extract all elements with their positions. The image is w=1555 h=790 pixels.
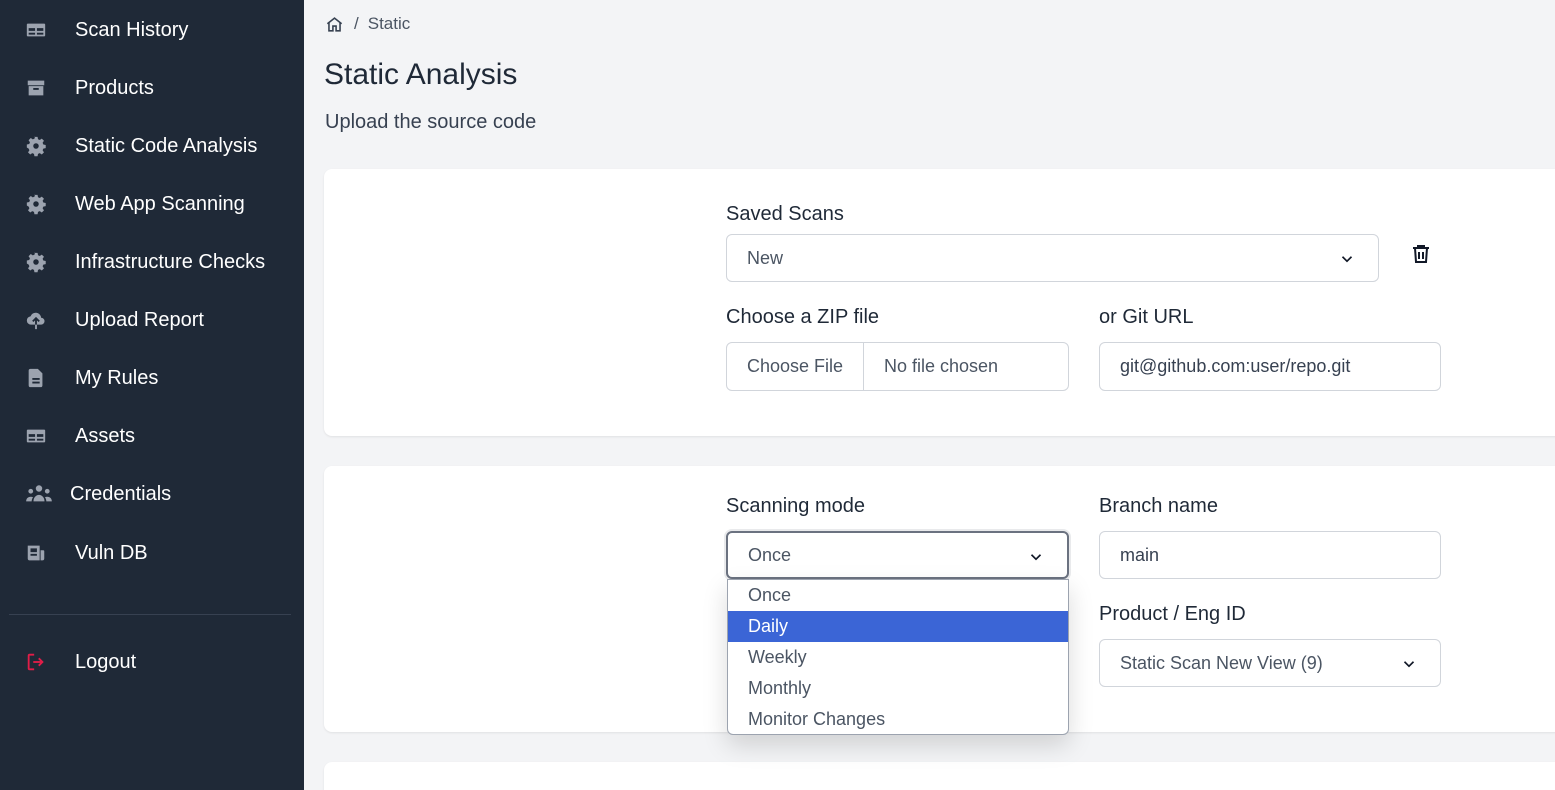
option-weekly[interactable]: Weekly	[728, 642, 1068, 673]
git-url-placeholder: git@github.com:user/repo.git	[1120, 356, 1351, 376]
sidebar-item-credentials[interactable]: Credentials	[0, 474, 304, 514]
chevron-down-icon	[1027, 548, 1045, 566]
saved-scans-value: New	[747, 247, 784, 268]
sidebar-item-label: Infrastructure Checks	[75, 250, 266, 273]
sidebar-item-label: Scan History	[75, 18, 189, 41]
chevron-down-icon	[1338, 250, 1356, 268]
product-eng-label: Product / Eng ID	[1099, 603, 1246, 625]
gear-icon	[24, 192, 48, 216]
product-eng-select[interactable]: Static Scan New View (9)	[1099, 639, 1441, 687]
option-once[interactable]: Once	[728, 580, 1068, 611]
users-icon	[24, 482, 54, 506]
table-icon	[24, 18, 48, 42]
sidebar-item-products[interactable]: Products	[0, 68, 304, 108]
bottom-card	[324, 762, 1555, 790]
home-icon[interactable]	[324, 14, 344, 34]
gear-icon	[24, 134, 48, 158]
branch-name-label: Branch name	[1099, 495, 1218, 517]
sidebar-item-label: Products	[75, 76, 154, 99]
sidebar-item-label: Vuln DB	[75, 541, 148, 564]
scanning-mode-dropdown: Once Daily Weekly Monthly Monitor Change…	[727, 579, 1069, 735]
sidebar-divider	[9, 614, 291, 615]
gear-icon	[24, 250, 48, 274]
git-url-label: or Git URL	[1099, 306, 1194, 328]
sidebar-item-label: Assets	[75, 424, 136, 447]
page-title: Static Analysis	[324, 58, 518, 91]
product-eng-value: Static Scan New View (9)	[1120, 652, 1323, 673]
sidebar-item-web-app-scanning[interactable]: Web App Scanning	[0, 184, 304, 224]
scanning-mode-select[interactable]: Once	[726, 531, 1069, 579]
saved-scans-select[interactable]: New	[726, 234, 1379, 282]
file-status: No file chosen	[884, 356, 999, 376]
sidebar-item-infrastructure-checks[interactable]: Infrastructure Checks	[0, 242, 304, 282]
page-subtitle: Upload the source code	[325, 111, 537, 133]
zip-file-input[interactable]: Choose File No file chosen	[726, 342, 1069, 391]
branch-name-placeholder: main	[1120, 544, 1160, 565]
zip-file-label: Choose a ZIP file	[726, 306, 880, 328]
sidebar-item-my-rules[interactable]: My Rules	[0, 358, 304, 398]
breadcrumb: / Static	[324, 12, 410, 36]
document-icon	[24, 366, 48, 390]
sidebar-item-upload-report[interactable]: Upload Report	[0, 300, 304, 340]
sidebar-item-static-code-analysis[interactable]: Static Code Analysis	[0, 126, 304, 166]
archive-icon	[24, 76, 48, 100]
table-icon	[24, 424, 48, 448]
scanning-mode-label: Scanning mode	[726, 495, 865, 517]
saved-scans-label: Saved Scans	[726, 203, 844, 225]
sidebar-item-assets[interactable]: Assets	[0, 416, 304, 456]
sidebar-item-label: Credentials	[70, 482, 172, 505]
chevron-down-icon	[1400, 655, 1418, 673]
sidebar-item-logout[interactable]: Logout	[0, 642, 304, 682]
branch-name-input[interactable]: main	[1099, 531, 1441, 579]
sidebar: Scan History Products Static Code Analys…	[0, 0, 304, 790]
newspaper-icon	[24, 541, 48, 565]
sidebar-item-label: My Rules	[75, 366, 159, 389]
cloud-upload-icon	[24, 308, 48, 332]
option-monitor-changes[interactable]: Monitor Changes	[728, 704, 1068, 734]
trash-icon[interactable]	[1409, 242, 1433, 266]
sidebar-item-label: Web App Scanning	[75, 192, 245, 215]
sidebar-item-label: Static Code Analysis	[75, 134, 258, 157]
logout-icon	[24, 650, 48, 674]
git-url-input[interactable]: git@github.com:user/repo.git	[1099, 342, 1441, 391]
breadcrumb-current: Static	[367, 14, 411, 33]
sidebar-item-label: Upload Report	[75, 308, 204, 331]
sidebar-item-vuln-db[interactable]: Vuln DB	[0, 533, 304, 573]
option-monthly[interactable]: Monthly	[728, 673, 1068, 704]
sidebar-item-scan-history[interactable]: Scan History	[0, 10, 304, 50]
breadcrumb-separator: /	[354, 14, 359, 33]
option-daily[interactable]: Daily	[728, 611, 1068, 642]
scanning-mode-value: Once	[748, 544, 792, 565]
choose-file-button[interactable]: Choose File	[727, 343, 864, 390]
sidebar-item-label: Logout	[75, 650, 137, 673]
source-card	[324, 169, 1555, 436]
